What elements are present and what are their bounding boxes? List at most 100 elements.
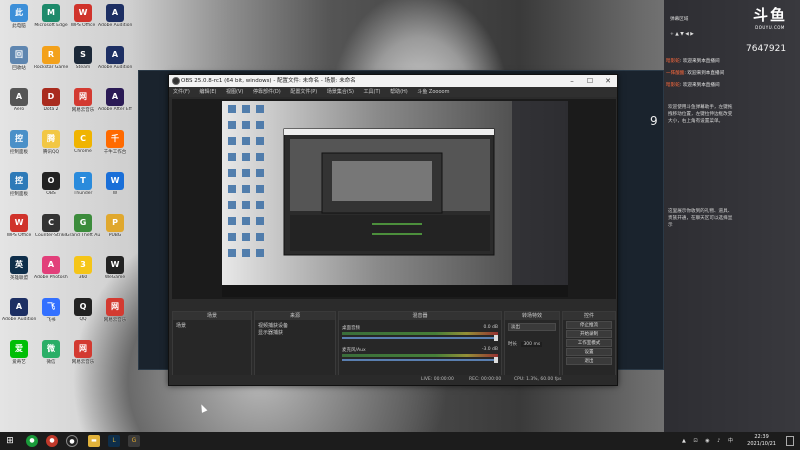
music-icon: 网 bbox=[74, 88, 92, 106]
shortcut-label: Adobe Audition bbox=[2, 317, 36, 322]
shortcut-label: Aero bbox=[13, 107, 25, 112]
volume-slider[interactable] bbox=[342, 335, 498, 341]
desktop-shortcut[interactable]: M Microsoft Edge bbox=[34, 4, 68, 28]
desktop-shortcut[interactable]: 网网易云音乐 bbox=[66, 88, 100, 113]
iqiyi-icon: 爱 bbox=[10, 340, 28, 358]
wegame-icon: W bbox=[106, 256, 124, 274]
desktop-shortcut[interactable]: 爱爱奇艺 bbox=[2, 340, 36, 365]
desktop-shortcut[interactable]: 控控制面板 bbox=[2, 130, 36, 155]
app-game-icon[interactable]: G bbox=[128, 435, 140, 447]
menu-edit[interactable]: 编辑(E) bbox=[199, 89, 216, 95]
duration-input[interactable]: 300 ms bbox=[521, 342, 543, 347]
desktop-shortcut[interactable]: 飞飞书 bbox=[34, 298, 68, 323]
shortcut-label: WPS Office bbox=[70, 23, 96, 28]
exit-button[interactable]: 退出 bbox=[566, 357, 612, 365]
desktop-shortcut[interactable]: R Rockstar Games bbox=[34, 46, 68, 70]
shortcut-label: 千牛工作台 bbox=[103, 150, 127, 155]
desktop-shortcut[interactable]: W WeGame bbox=[98, 256, 132, 280]
desktop-shortcut[interactable]: 腾腾讯QQ bbox=[34, 130, 68, 155]
desktop-shortcut[interactable]: A Aero bbox=[2, 88, 36, 112]
menu-view[interactable]: 视图(V) bbox=[226, 89, 243, 95]
desktop-shortcut[interactable]: 英英雄联盟 bbox=[2, 256, 36, 281]
minimize-button[interactable]: – bbox=[563, 75, 581, 87]
obs-window[interactable]: OBS 25.0.8-rc1 (64 bit, windows) - 配置文件:… bbox=[168, 74, 618, 386]
menu-tools[interactable]: 工具(T) bbox=[364, 89, 381, 95]
close-button[interactable]: ✕ bbox=[599, 75, 617, 87]
menu-file[interactable]: 文件(F) bbox=[173, 89, 190, 95]
desktop-shortcut[interactable]: 微微信 bbox=[34, 340, 68, 365]
desktop-shortcut[interactable]: A Adobe Audition bbox=[2, 298, 36, 322]
desktop-shortcut[interactable]: WW bbox=[98, 172, 132, 196]
rockstar-icon: R bbox=[42, 46, 60, 64]
transition-select[interactable]: 淡出 bbox=[508, 323, 556, 331]
taskbar-clock[interactable]: 22:39 2021/10/21 bbox=[747, 434, 776, 448]
desktop-shortcut[interactable]: W WPS Office bbox=[2, 214, 36, 238]
app-lol-icon[interactable]: L bbox=[108, 435, 120, 447]
audition-icon: A bbox=[106, 46, 124, 64]
desktop-shortcut[interactable]: S Steam bbox=[66, 46, 100, 70]
shortcut-label: 微信 bbox=[46, 360, 56, 365]
desktop-shortcut[interactable]: 千千牛工作台 bbox=[98, 130, 132, 155]
thunder-icon: T bbox=[74, 172, 92, 190]
app-obs-icon[interactable]: ● bbox=[66, 435, 78, 447]
desktop-shortcut[interactable]: 控控制面板 bbox=[2, 172, 36, 197]
shortcut-label: Adobe Photoshop bbox=[34, 275, 68, 280]
app-360-icon[interactable]: ● bbox=[26, 435, 38, 447]
menu-douyu[interactable]: 斗鱼 Zoooom bbox=[417, 89, 449, 95]
cs-icon: C bbox=[42, 214, 60, 232]
app-netease-icon[interactable]: ● bbox=[46, 435, 58, 447]
obs-titlebar[interactable]: OBS 25.0.8-rc1 (64 bit, windows) - 配置文件:… bbox=[169, 75, 617, 87]
clock-date: 2021/10/21 bbox=[747, 441, 776, 447]
desktop-shortcut[interactable]: C Counter-Strike bbox=[34, 214, 68, 238]
menu-profile[interactable]: 配置文件(P) bbox=[290, 89, 317, 95]
desktop-shortcut[interactable]: GGrand Theft Auto V bbox=[66, 214, 100, 238]
obs-preview[interactable] bbox=[172, 99, 616, 299]
audition-icon: A bbox=[10, 298, 28, 316]
shortcut-label: Steam bbox=[75, 65, 91, 70]
sources-dock-title: 来源 bbox=[255, 312, 335, 320]
desktop-shortcut[interactable]: P PUBG bbox=[98, 214, 132, 238]
start-recording-button[interactable]: 开始录制 bbox=[566, 330, 612, 338]
channel-name: 桌面音频 bbox=[342, 326, 360, 331]
menu-scene-collection[interactable]: 场景集合(S) bbox=[327, 89, 354, 95]
desktop-shortcut[interactable]: A Adobe Audition bbox=[98, 4, 132, 28]
qq-icon: 腾 bbox=[42, 130, 60, 148]
source-item[interactable]: 显示器捕获 bbox=[258, 329, 332, 336]
time-fragment: 9 bbox=[650, 114, 658, 128]
menu-docks[interactable]: 停靠部件(D) bbox=[253, 89, 281, 95]
desktop-shortcut[interactable]: A Adobe Audition bbox=[98, 46, 132, 70]
desktop-shortcut[interactable]: 3 360 bbox=[66, 256, 100, 280]
scene-item[interactable]: 场景 bbox=[176, 322, 248, 329]
desktop-shortcut[interactable]: 回回收站 bbox=[2, 46, 36, 71]
sidebar-controls[interactable]: + ▲ ▼ ◀ ▶ bbox=[670, 32, 694, 37]
wps-icon: W bbox=[10, 214, 28, 232]
desktop-shortcut[interactable]: Q QQ bbox=[66, 298, 100, 322]
gta-icon: G bbox=[74, 214, 92, 232]
desktop-shortcut[interactable]: AAdobe After Effects bbox=[98, 88, 132, 112]
maximize-button[interactable]: ☐ bbox=[581, 75, 599, 87]
desktop-shortcut[interactable]: W WPS Office bbox=[66, 4, 100, 28]
preview-recursive-capture bbox=[222, 101, 568, 297]
desktop-shortcut[interactable]: AAdobe Photoshop bbox=[34, 256, 68, 280]
desktop-shortcut[interactable]: 网网易云音乐 bbox=[98, 298, 132, 323]
stop-streaming-button[interactable]: 停止推流 bbox=[566, 321, 612, 329]
music-icon: 网 bbox=[74, 340, 92, 358]
desktop-shortcut[interactable]: 此此电脑 bbox=[2, 4, 36, 29]
settings-button[interactable]: 设置 bbox=[566, 348, 612, 356]
notification-icon[interactable] bbox=[786, 436, 794, 446]
start-windows-icon[interactable]: ⊞ bbox=[4, 435, 16, 447]
controls-dock: 控件 停止推流 开始录制 工作室模式 设置 退出 bbox=[562, 311, 616, 385]
desktop-shortcut[interactable]: D Dota 2 bbox=[34, 88, 68, 112]
app-explorer-icon[interactable]: ▬ bbox=[88, 435, 100, 447]
shortcut-label: WPS Office bbox=[6, 233, 32, 238]
desktop-shortcut[interactable]: T Thunder bbox=[66, 172, 100, 196]
wechat-icon: 微 bbox=[42, 340, 60, 358]
volume-slider[interactable] bbox=[342, 357, 498, 363]
studio-mode-button[interactable]: 工作室模式 bbox=[566, 339, 612, 347]
source-item[interactable]: 视频捕获设备 bbox=[258, 322, 332, 329]
desktop-shortcut[interactable]: 网网易云音乐 bbox=[66, 340, 100, 365]
menu-help[interactable]: 帮助(H) bbox=[390, 89, 408, 95]
desktop-shortcut[interactable]: O OBS bbox=[34, 172, 68, 196]
desktop-shortcut[interactable]: C Chrome bbox=[66, 130, 100, 154]
system-tray-icons[interactable]: ▲ ⊡ ◉ ♪ 中 bbox=[682, 437, 736, 444]
